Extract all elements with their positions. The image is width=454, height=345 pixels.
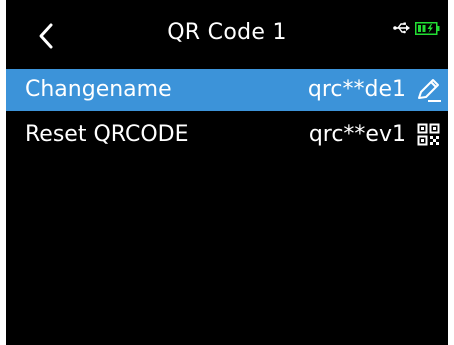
battery-charging-icon	[415, 22, 440, 35]
pencil-icon	[418, 79, 441, 102]
menu-item-value: qrc**de1	[307, 77, 406, 102]
menu-item-changename[interactable]: Changename qrc**de1	[6, 69, 448, 111]
back-button[interactable]	[28, 18, 64, 54]
menu-item-label: Changename	[25, 77, 172, 102]
menu-item-value: qrc**ev1	[308, 122, 406, 147]
device-screen: QR Code 1 Changename qrc**de1 Reset QRCO…	[6, 0, 448, 345]
chevron-left-icon	[39, 23, 53, 49]
header-bar: QR Code 1	[6, 0, 448, 68]
qr-code-icon	[417, 123, 440, 146]
usb-icon	[393, 22, 410, 34]
menu-item-label: Reset QRCODE	[25, 122, 189, 147]
page-title: QR Code 1	[167, 20, 287, 45]
menu-item-reset-qrcode[interactable]: Reset QRCODE qrc**ev1	[6, 114, 448, 156]
